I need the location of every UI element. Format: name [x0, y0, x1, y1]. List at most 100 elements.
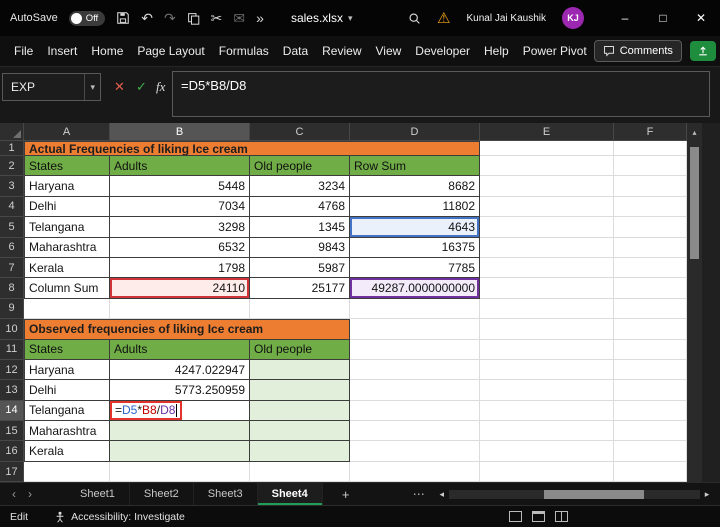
row-header-14[interactable]: 14: [0, 401, 24, 421]
formula-input[interactable]: =D5*B8/D8: [172, 71, 710, 117]
cell-A8[interactable]: Column Sum: [24, 278, 110, 298]
cell-F3[interactable]: [614, 176, 687, 196]
ribbon-tab-help[interactable]: Help: [478, 36, 515, 66]
cell-B12[interactable]: 4247.022947: [110, 360, 250, 380]
cell-B5[interactable]: 3298: [110, 217, 250, 237]
vertical-scrollbar[interactable]: ▴: [687, 123, 702, 482]
sheet-more-button[interactable]: ⋯: [413, 487, 425, 501]
cell-D3[interactable]: 8682: [350, 176, 480, 196]
column-header-B[interactable]: B: [110, 123, 250, 141]
cell-A17[interactable]: [24, 462, 110, 482]
cell-A7[interactable]: Kerala: [24, 258, 110, 278]
cell-B6[interactable]: 6532: [110, 238, 250, 258]
horizontal-scroll-thumb[interactable]: [544, 490, 644, 499]
scroll-right-icon[interactable]: ▸: [700, 489, 714, 500]
sheet-tab-sheet1[interactable]: Sheet1: [66, 483, 130, 505]
column-header-D[interactable]: D: [350, 123, 480, 141]
warning-icon[interactable]: ⚠: [437, 9, 450, 27]
cell-E11[interactable]: [480, 340, 614, 360]
copy-icon[interactable]: [187, 12, 200, 25]
ribbon-tab-power-pivot[interactable]: Power Pivot: [517, 36, 593, 66]
cell-F4[interactable]: [614, 197, 687, 217]
cell-B2[interactable]: Adults: [110, 156, 250, 176]
cell-E13[interactable]: [480, 380, 614, 400]
select-all-corner[interactable]: [0, 123, 24, 141]
cell-B3[interactable]: 5448: [110, 176, 250, 196]
sheet-tab-sheet3[interactable]: Sheet3: [194, 483, 258, 505]
ribbon-tab-developer[interactable]: Developer: [409, 36, 476, 66]
accessibility-status[interactable]: Accessibility: Investigate: [54, 511, 185, 523]
cell-D6[interactable]: 16375: [350, 238, 480, 258]
autosave-toggle[interactable]: Off: [69, 11, 106, 26]
row-header-12[interactable]: 12: [0, 360, 24, 380]
cell-C14[interactable]: [250, 401, 350, 421]
ribbon-tab-insert[interactable]: Insert: [41, 36, 83, 66]
cell-A15[interactable]: Maharashtra: [24, 421, 110, 441]
cancel-entry-button[interactable]: ✕: [114, 79, 125, 95]
cell-F10[interactable]: [614, 319, 687, 339]
normal-view-icon[interactable]: [509, 511, 522, 522]
cell-A2[interactable]: States: [24, 156, 110, 176]
row-header-15[interactable]: 15: [0, 421, 24, 441]
cell-D9[interactable]: [350, 299, 480, 319]
sheet-nav-left-icon[interactable]: ‹: [6, 487, 22, 501]
ribbon-tab-view[interactable]: View: [370, 36, 408, 66]
cell-E16[interactable]: [480, 441, 614, 461]
mail-icon[interactable]: ✉: [233, 11, 245, 25]
column-header-A[interactable]: A: [24, 123, 110, 141]
ribbon-tab-data[interactable]: Data: [277, 36, 314, 66]
cell-C2[interactable]: Old people: [250, 156, 350, 176]
cell-B4[interactable]: 7034: [110, 197, 250, 217]
cell-B14[interactable]: =D5*B8/D8: [110, 401, 250, 421]
cell-F12[interactable]: [614, 360, 687, 380]
cell-C9[interactable]: [250, 299, 350, 319]
avatar[interactable]: KJ: [562, 7, 584, 29]
cell-D10[interactable]: [350, 319, 480, 339]
cell-F11[interactable]: [614, 340, 687, 360]
close-button[interactable]: ✕: [682, 0, 720, 36]
cell-E14[interactable]: [480, 401, 614, 421]
minimize-button[interactable]: –: [606, 0, 644, 36]
cell-C17[interactable]: [250, 462, 350, 482]
cell-E3[interactable]: [480, 176, 614, 196]
row-header-4[interactable]: 4: [0, 197, 24, 217]
cell-D2[interactable]: Row Sum: [350, 156, 480, 176]
cell-B17[interactable]: [110, 462, 250, 482]
row-header-9[interactable]: 9: [0, 299, 24, 319]
cell-E10[interactable]: [480, 319, 614, 339]
row-header-11[interactable]: 11: [0, 340, 24, 360]
scroll-up-icon[interactable]: ▴: [687, 123, 702, 141]
row-header-6[interactable]: 6: [0, 238, 24, 258]
cell-D4[interactable]: 11802: [350, 197, 480, 217]
cell-F16[interactable]: [614, 441, 687, 461]
cell-F1[interactable]: [614, 141, 687, 156]
maximize-button[interactable]: □: [644, 0, 682, 36]
cell-A6[interactable]: Maharashtra: [24, 238, 110, 258]
sheet-nav-right-icon[interactable]: ›: [22, 487, 38, 501]
cell-C6[interactable]: 9843: [250, 238, 350, 258]
comments-button[interactable]: Comments: [594, 40, 682, 62]
cell-C16[interactable]: [250, 441, 350, 461]
cell-D13[interactable]: [350, 380, 480, 400]
name-box-dropdown-icon[interactable]: ▾: [84, 74, 100, 100]
cell-A1[interactable]: Actual Frequencies of liking Ice cream: [24, 141, 480, 156]
cell-C12[interactable]: [250, 360, 350, 380]
row-header-16[interactable]: 16: [0, 441, 24, 461]
cell-C7[interactable]: 5987: [250, 258, 350, 278]
cell-A10[interactable]: Observed frequencies of liking Ice cream: [24, 319, 350, 339]
row-header-13[interactable]: 13: [0, 380, 24, 400]
page-layout-view-icon[interactable]: [532, 511, 545, 522]
cell-A13[interactable]: Delhi: [24, 380, 110, 400]
cell-C5[interactable]: 1345: [250, 217, 350, 237]
cell-B13[interactable]: 5773.250959: [110, 380, 250, 400]
cell-E5[interactable]: [480, 217, 614, 237]
cell-C13[interactable]: [250, 380, 350, 400]
cell-F13[interactable]: [614, 380, 687, 400]
cell-D5[interactable]: 4643: [350, 217, 480, 237]
cell-B11[interactable]: Adults: [110, 340, 250, 360]
cell-E15[interactable]: [480, 421, 614, 441]
sheet-tab-sheet4[interactable]: Sheet4: [258, 483, 323, 505]
cell-A12[interactable]: Haryana: [24, 360, 110, 380]
column-header-C[interactable]: C: [250, 123, 350, 141]
cell-B16[interactable]: [110, 441, 250, 461]
